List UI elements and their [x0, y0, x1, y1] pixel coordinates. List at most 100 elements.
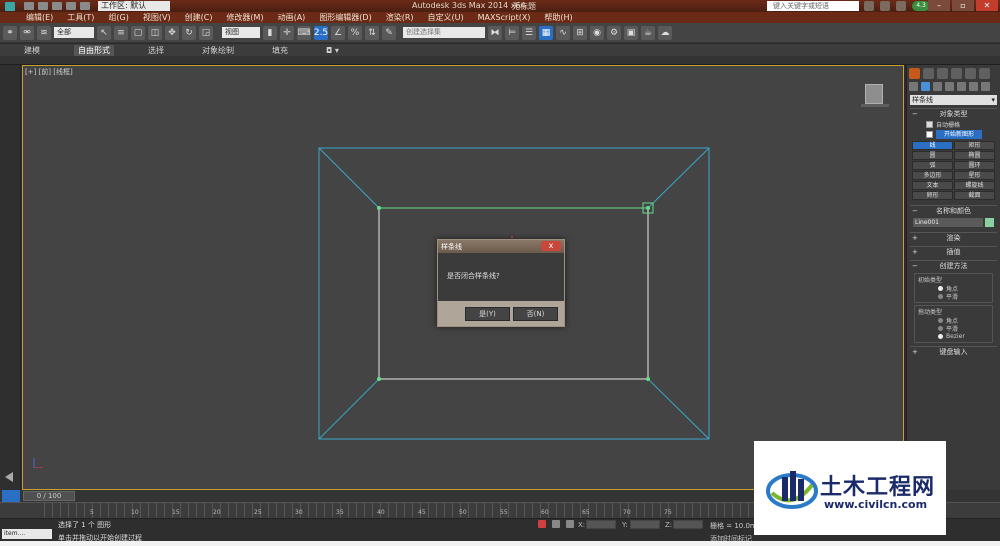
hierarchy-tab-icon[interactable] — [937, 68, 948, 79]
search-input[interactable]: 键入关键字或短语 — [767, 1, 859, 11]
mirror-icon[interactable]: ⧓ — [488, 25, 502, 40]
select-object-icon[interactable]: ↖ — [97, 25, 111, 40]
systems-icon[interactable] — [981, 82, 990, 91]
select-by-name-icon[interactable]: ≡ — [114, 25, 128, 40]
y-coordinate-field[interactable] — [630, 520, 660, 529]
start-new-shape-button[interactable]: 开始新图形 — [936, 129, 983, 139]
time-slider[interactable]: 0 / 100 — [23, 491, 75, 501]
new-file-icon[interactable] — [24, 2, 34, 10]
object-name-input[interactable]: Line001 — [913, 218, 983, 227]
menu-help[interactable]: 帮助(H) — [544, 12, 572, 23]
lights-icon[interactable] — [933, 82, 942, 91]
circle-button[interactable]: 圆 — [912, 151, 953, 160]
edit-named-selection-icon[interactable]: ✎ — [382, 25, 396, 40]
modify-tab-icon[interactable] — [923, 68, 934, 79]
ellipse-button[interactable]: 椭圆 — [954, 151, 995, 160]
menu-create[interactable]: 创建(C) — [185, 12, 213, 23]
render-setup-icon[interactable]: ⚙ — [607, 25, 621, 40]
shape-category-dropdown[interactable]: 样条线 — [910, 95, 997, 105]
selection-filter-dropdown[interactable]: 全部 — [54, 27, 94, 38]
interpolation-header[interactable]: + 插值 — [910, 247, 997, 257]
drag-smooth-radio[interactable] — [938, 325, 943, 331]
percent-snap-icon[interactable]: % — [348, 25, 362, 40]
select-rotate-icon[interactable]: ↻ — [182, 25, 196, 40]
initial-corner-radio[interactable] — [938, 285, 943, 291]
geometry-icon[interactable] — [909, 82, 918, 91]
object-color-swatch[interactable] — [985, 218, 994, 227]
donut-button[interactable]: 圆环 — [954, 161, 995, 170]
undo-icon[interactable] — [66, 2, 76, 10]
align-icon[interactable]: ⊨ — [505, 25, 519, 40]
space-warps-icon[interactable] — [969, 82, 978, 91]
menu-maxscript[interactable]: MAXScript(X) — [478, 13, 531, 22]
shapes-icon[interactable] — [921, 82, 930, 91]
menu-customize[interactable]: 自定义(U) — [428, 12, 464, 23]
keyboard-shortcut-override-icon[interactable]: ⌨ — [297, 25, 311, 40]
initial-smooth-radio[interactable] — [938, 293, 943, 299]
layer-manager-icon[interactable]: ☰ — [522, 25, 536, 40]
display-tab-icon[interactable] — [965, 68, 976, 79]
named-selection-set-dropdown[interactable]: 创建选择集 — [403, 27, 485, 38]
subscription-icon[interactable] — [880, 1, 890, 11]
z-coordinate-field[interactable] — [673, 520, 703, 529]
menu-rendering[interactable]: 渲染(R) — [386, 12, 414, 23]
x-coordinate-field[interactable] — [586, 520, 616, 529]
minimize-button[interactable]: – — [928, 0, 950, 11]
menu-modifiers[interactable]: 修改器(M) — [226, 12, 263, 23]
snap-toggle-icon[interactable]: 2.5 — [314, 25, 328, 40]
create-tab-icon[interactable] — [909, 68, 920, 79]
pivot-center-icon[interactable]: ▮ — [263, 25, 277, 40]
select-link-icon[interactable]: ⚭ — [3, 25, 17, 40]
workspace-dropdown[interactable]: 工作区: 默认 — [98, 1, 170, 11]
start-new-shape-checkbox[interactable] — [926, 130, 933, 138]
save-file-icon[interactable] — [52, 2, 62, 10]
menu-tools[interactable]: 工具(T) — [67, 12, 94, 23]
maximize-button[interactable]: ▫ — [952, 0, 974, 11]
arc-button[interactable]: 弧 — [912, 161, 953, 170]
select-scale-icon[interactable]: ◲ — [199, 25, 213, 40]
menu-group[interactable]: 组(G) — [108, 12, 128, 23]
expand-left-arrow-icon[interactable] — [5, 472, 13, 482]
window-crossing-icon[interactable]: ◫ — [148, 25, 162, 40]
drag-corner-radio[interactable] — [938, 317, 943, 323]
dialog-close-button[interactable]: x — [541, 241, 561, 251]
angle-snap-icon[interactable]: ∠ — [331, 25, 345, 40]
helpers-icon[interactable] — [957, 82, 966, 91]
keyboard-entry-header[interactable]: + 键盘输入 — [910, 347, 997, 357]
rendering-header[interactable]: + 渲染 — [910, 233, 997, 243]
material-editor-icon[interactable]: ◉ — [590, 25, 604, 40]
rectangular-selection-icon[interactable]: ▢ — [131, 25, 145, 40]
unlink-icon[interactable]: ⚮ — [20, 25, 34, 40]
ngon-button[interactable]: 多边形 — [912, 171, 953, 180]
drag-bezier-radio[interactable] — [938, 333, 943, 339]
render-in-cloud-icon[interactable]: ☁ — [658, 25, 672, 40]
text-button[interactable]: 文本 — [912, 181, 953, 190]
star-button[interactable]: 星形 — [954, 171, 995, 180]
tab-modeling[interactable]: 建模 — [20, 45, 44, 56]
yes-button[interactable]: 是(Y) — [465, 306, 510, 321]
rendered-frame-window-icon[interactable]: ▣ — [624, 25, 638, 40]
cameras-icon[interactable] — [945, 82, 954, 91]
graphite-ribbon-icon[interactable]: ▦ — [539, 25, 553, 40]
render-production-icon[interactable]: ☕ — [641, 25, 655, 40]
utilities-tab-icon[interactable] — [979, 68, 990, 79]
egg-button[interactable]: 卵形 — [912, 191, 953, 200]
name-color-header[interactable]: − 名称和颜色 — [910, 206, 997, 216]
tab-object-paint[interactable]: 对象绘制 — [198, 45, 238, 56]
menu-edit[interactable]: 编辑(E) — [26, 12, 53, 23]
spinner-snap-icon[interactable]: ⇅ — [365, 25, 379, 40]
menu-graph-editors[interactable]: 图形编辑器(D) — [319, 12, 371, 23]
creation-method-header[interactable]: − 创建方法 — [910, 261, 997, 271]
no-button[interactable]: 否(N) — [513, 306, 558, 321]
selection-lock-icon[interactable] — [552, 520, 560, 528]
menu-animation[interactable]: 动画(A) — [278, 12, 306, 23]
tab-selection[interactable]: 选择 — [144, 45, 168, 56]
isolate-selection-icon[interactable] — [538, 520, 546, 528]
tab-freeform[interactable]: 自由形式 — [74, 44, 114, 56]
maxscript-listener-input[interactable]: item.... — [2, 529, 52, 539]
ribbon-options-icon[interactable]: ◘ ▾ — [322, 46, 343, 55]
motion-tab-icon[interactable] — [951, 68, 962, 79]
redo-icon[interactable] — [80, 2, 90, 10]
open-file-icon[interactable] — [38, 2, 48, 10]
search-icon[interactable] — [864, 1, 874, 11]
